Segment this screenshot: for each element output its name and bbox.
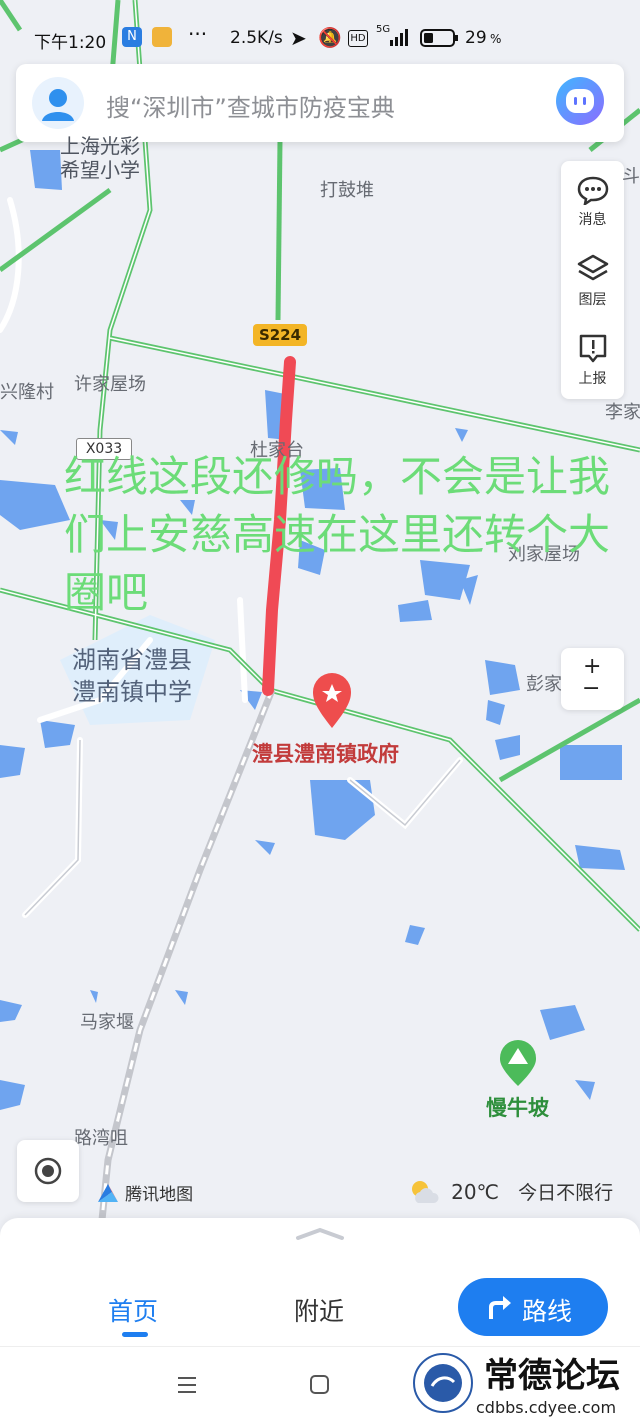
zoom-out-button[interactable]: − (582, 676, 600, 701)
percent-sign: % (490, 32, 502, 46)
battery-level: 29 (465, 28, 487, 48)
poi-label-government[interactable]: 澧县澧南镇政府 (252, 738, 399, 768)
forum-title: 常德论坛 (484, 1356, 620, 1396)
search-input[interactable]: 搜“深圳市”查城市防疫宝典 (106, 88, 395, 123)
signal-icon (390, 28, 410, 51)
notification-n-icon: N (122, 27, 142, 47)
tab-home-indicator (122, 1332, 148, 1337)
route-label: 路线 (522, 1297, 573, 1326)
zoom-control: + − (561, 648, 624, 710)
layers-button[interactable]: 图层 (561, 241, 624, 319)
forum-logo-icon (413, 1353, 473, 1413)
tab-nearby[interactable]: 附近 (294, 1292, 344, 1328)
sheet-handle-icon[interactable] (295, 1226, 345, 1242)
map-label-majiayan: 马家堰 (80, 1012, 134, 1033)
report-label: 上报 (578, 371, 607, 387)
traffic-restriction: 今日不限行 (518, 1182, 614, 1204)
home-square-icon[interactable] (308, 1373, 332, 1397)
road-badge-s224: S224 (253, 324, 307, 346)
locate-icon (34, 1157, 62, 1185)
hd-icon: HD (348, 30, 368, 47)
map-label-school: 湖南省澧县 澧南镇中学 (72, 646, 192, 706)
search-bar[interactable]: 搜“深圳市”查城市防疫宝典 (16, 64, 624, 142)
map-label-school-top: 上海光彩 希望小学 (60, 134, 140, 182)
forum-url: cdbbs.cdyee.com (476, 1398, 617, 1417)
report-icon (579, 334, 606, 363)
route-button[interactable]: 路线 (458, 1278, 608, 1336)
mute-bell-icon: 🔕 (318, 27, 342, 49)
battery-icon (420, 28, 460, 53)
map-attribution: 腾讯地图 (96, 1180, 193, 1205)
weather-partly-cloudy-icon (412, 1180, 439, 1203)
map-tools-panel: 消息 图层 上报 (561, 161, 624, 399)
status-bar: 下午1:20 N ··· 2.5K/s ➤ 🔕 HD 5G 29 % (0, 0, 640, 62)
network-type: 5G (376, 24, 391, 35)
map-label-li: 李家 (605, 402, 640, 423)
poi-label-mountain[interactable]: 慢牛坡 (486, 1092, 549, 1122)
user-icon (42, 89, 74, 121)
weather-widget[interactable]: 20℃ 今日不限行 (408, 1178, 613, 1205)
annotation-text: 红线这段还修吗，不会是让我们上安慈高速在这里还转个大圈吧 (64, 452, 611, 617)
tab-home[interactable]: 首页 (108, 1292, 158, 1328)
report-button[interactable]: 上报 (561, 320, 624, 398)
location-arrow-icon: ➤ (290, 26, 307, 50)
tencent-map-logo-icon (98, 1183, 118, 1202)
attribution-text: 腾讯地图 (125, 1185, 194, 1205)
map-label-dagudui: 打鼓堆 (320, 180, 374, 201)
map-label-peng: 彭家 (526, 674, 562, 695)
messages-button[interactable]: 消息 (561, 161, 624, 239)
avatar[interactable] (32, 77, 84, 129)
map-label-luwanzui: 路湾咀 (74, 1128, 128, 1149)
route-arrow-icon (489, 1296, 511, 1319)
map-label-xinglongcun: 兴隆村 (0, 382, 54, 403)
map-label-dou: 斗 (622, 166, 640, 187)
messages-label: 消息 (578, 212, 607, 228)
network-speed: 2.5K/s (230, 28, 283, 48)
message-icon (577, 176, 608, 207)
status-time: 下午1:20 (34, 33, 107, 53)
layers-icon (577, 254, 608, 281)
notification-app-icon (152, 27, 172, 47)
weather-temp: 20℃ (451, 1179, 500, 1204)
menu-icon[interactable] (176, 1375, 200, 1395)
layers-label: 图层 (578, 292, 607, 308)
locate-button[interactable] (17, 1140, 79, 1202)
assistant-bot-icon[interactable] (556, 77, 604, 125)
map-label-xujiawuchang: 许家屋场 (74, 374, 146, 395)
more-notifications-icon: ··· (188, 22, 208, 46)
forum-watermark: 常德论坛 cdbbs.cdyee.com (412, 1348, 632, 1420)
